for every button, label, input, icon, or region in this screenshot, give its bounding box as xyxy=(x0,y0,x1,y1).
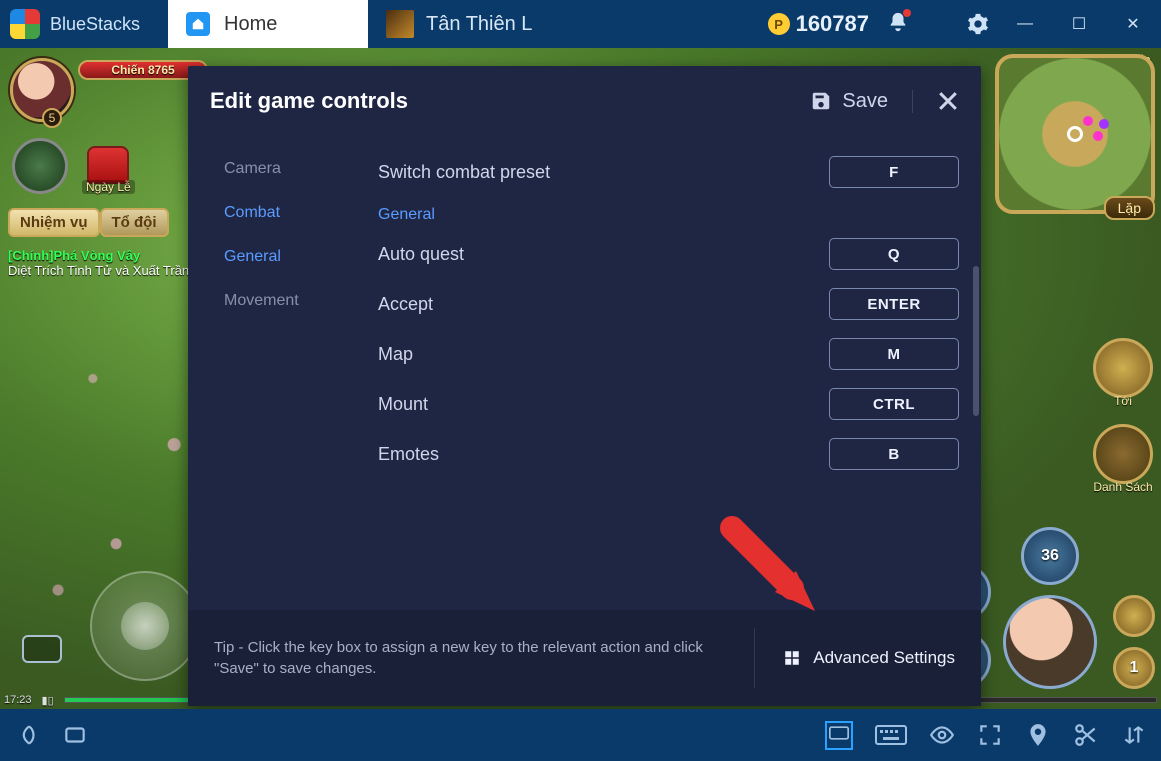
quest-title: [Chính]Phá Vòng Vây xyxy=(8,248,209,263)
main-attack-button[interactable] xyxy=(1003,595,1097,689)
coin-icon: P xyxy=(768,13,790,35)
key-input-map[interactable]: M xyxy=(829,338,959,370)
row-label: Switch combat preset xyxy=(378,162,550,183)
scrollbar-thumb[interactable] xyxy=(973,266,979,416)
right-action-2[interactable]: Danh Sách xyxy=(1093,424,1153,494)
tab-home-label: Home xyxy=(224,13,277,36)
aux-skill-top[interactable] xyxy=(1113,595,1155,637)
minimap[interactable] xyxy=(995,54,1155,214)
nav-general[interactable]: General xyxy=(224,248,281,266)
row-emotes: Emotes B xyxy=(378,438,959,470)
row-auto-quest: Auto quest Q xyxy=(378,238,959,270)
skill-slot-2[interactable]: 36 xyxy=(1021,527,1079,585)
notification-dot xyxy=(903,9,911,17)
tab-game[interactable]: Tân Thiên L xyxy=(368,0,558,48)
hud-tab-team[interactable]: Tổ đội xyxy=(100,208,169,237)
keyboard-icon[interactable] xyxy=(875,722,907,748)
gear-icon[interactable] xyxy=(967,13,989,35)
key-input-accept[interactable]: ENTER xyxy=(829,288,959,320)
row-map: Map M xyxy=(378,338,959,370)
bluestacks-logo xyxy=(10,9,40,39)
virtual-joystick[interactable] xyxy=(90,571,200,681)
coin-value: 160787 xyxy=(796,11,869,37)
key-input-emotes[interactable]: B xyxy=(829,438,959,470)
coin-balance[interactable]: P 160787 xyxy=(768,11,869,37)
modal-close-button[interactable] xyxy=(937,90,959,112)
player-level: 5 xyxy=(42,108,62,128)
quest-sub: Diệt Trích Tinh Tử và Xuất Trần Tử xyxy=(8,263,209,278)
eye-icon[interactable] xyxy=(929,722,955,748)
save-icon xyxy=(810,90,832,112)
footer-tip: Tip - Click the key box to assign a new … xyxy=(214,637,714,679)
key-input-switch-combat[interactable]: F xyxy=(829,156,959,188)
recents-icon[interactable] xyxy=(62,722,88,748)
game-time: 17:23 xyxy=(4,694,32,706)
keymap-toggle[interactable] xyxy=(825,721,853,750)
controls-list: Switch combat preset F General Auto ques… xyxy=(378,136,981,610)
event-gift[interactable]: Ngày Lễ xyxy=(82,146,135,194)
download-icon[interactable] xyxy=(927,13,949,35)
home-icon xyxy=(186,12,210,36)
section-general: General xyxy=(378,206,959,224)
gift-label: Ngày Lễ xyxy=(82,180,135,194)
player-avatar[interactable] xyxy=(10,58,74,122)
brand-name: BlueStacks xyxy=(50,14,140,35)
key-input-mount[interactable]: CTRL xyxy=(829,388,959,420)
nav-movement[interactable]: Movement xyxy=(224,292,299,310)
back-icon[interactable] xyxy=(14,722,40,748)
aux-skill-bottom[interactable]: 1 xyxy=(1113,647,1155,689)
save-label: Save xyxy=(842,90,888,113)
window-close-button[interactable]: ✕ xyxy=(1115,14,1151,34)
right-action-1[interactable]: Tới xyxy=(1093,338,1153,408)
advanced-label: Advanced Settings xyxy=(813,648,955,668)
tab-home[interactable]: Home xyxy=(168,0,368,48)
modal-footer: Tip - Click the key box to assign a new … xyxy=(188,610,981,706)
advanced-settings-button[interactable]: Advanced Settings xyxy=(754,628,955,688)
gift-icon xyxy=(87,146,129,184)
minimize-button[interactable]: — xyxy=(1007,15,1043,33)
pet-avatar[interactable] xyxy=(12,138,68,194)
modal-header: Edit game controls Save xyxy=(188,66,981,136)
maximize-button[interactable]: ☐ xyxy=(1061,14,1097,34)
location-icon[interactable] xyxy=(1025,722,1051,748)
tab-game-label: Tân Thiên L xyxy=(426,13,532,36)
bottom-taskbar xyxy=(0,709,1161,761)
fullscreen-icon[interactable] xyxy=(977,722,1003,748)
edit-controls-modal: Edit game controls Save Camera Combat Ge… xyxy=(188,66,981,706)
row-accept: Accept ENTER xyxy=(378,288,959,320)
key-input-auto-quest[interactable]: Q xyxy=(829,238,959,270)
hud-tab-quest[interactable]: Nhiệm vụ xyxy=(8,208,100,237)
save-button[interactable]: Save xyxy=(810,90,913,113)
titlebar: BlueStacks Home Tân Thiên L P 160787 — ☐… xyxy=(0,0,1161,48)
scissors-icon[interactable] xyxy=(1073,722,1099,748)
more-icon[interactable] xyxy=(1121,722,1147,748)
advanced-icon xyxy=(783,649,801,667)
minimap-repeat-button[interactable]: Lặp xyxy=(1104,196,1155,220)
nav-combat[interactable]: Combat xyxy=(224,204,280,222)
quest-tracker[interactable]: [Chính]Phá Vòng Vây Diệt Trích Tinh Tử v… xyxy=(8,248,209,278)
modal-title: Edit game controls xyxy=(210,88,408,114)
game-app-icon xyxy=(386,10,414,38)
row-switch-combat-preset: Switch combat preset F xyxy=(378,156,959,188)
camera-toggle-icon[interactable] xyxy=(22,635,62,663)
nav-camera[interactable]: Camera xyxy=(224,160,281,178)
row-mount: Mount CTRL xyxy=(378,388,959,420)
notifications-button[interactable] xyxy=(887,11,909,38)
controls-category-nav: Camera Combat General Movement xyxy=(188,136,378,610)
battery-icon: ▮▯ xyxy=(42,694,54,707)
